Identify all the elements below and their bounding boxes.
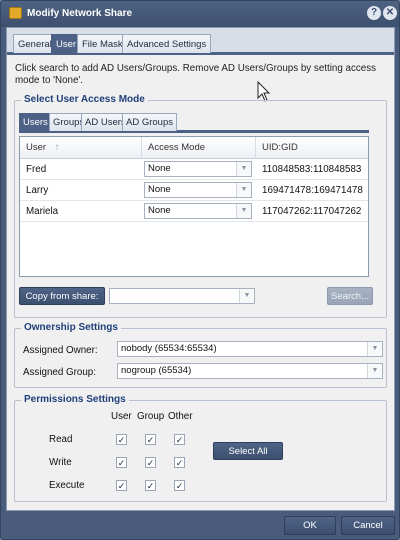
close-icon[interactable]: ✕ <box>383 6 397 20</box>
assigned-owner-label: Assigned Owner: <box>23 345 98 356</box>
execute-label: Execute <box>49 480 85 491</box>
help-icon[interactable]: ? <box>367 6 381 20</box>
access-mode-select[interactable]: None ▼ <box>144 161 252 177</box>
user-access-table: User ↑ Access Mode UID:GID Fred None ▼ 1… <box>19 136 369 277</box>
access-mode-select[interactable]: None ▼ <box>144 203 252 219</box>
uid-gid: 110848583:110848583 <box>262 164 362 175</box>
permissions-legend: Permissions Settings <box>21 394 129 405</box>
access-mode-select[interactable]: None ▼ <box>144 182 252 198</box>
write-user-checkbox[interactable]: ✓ <box>116 457 127 468</box>
chevron-down-icon[interactable]: ▼ <box>236 204 251 218</box>
column-access-mode[interactable]: Access Mode <box>142 137 256 159</box>
execute-other-checkbox[interactable]: ✓ <box>174 480 185 491</box>
select-all-button[interactable]: Select All <box>213 442 283 460</box>
read-label: Read <box>49 434 73 445</box>
assigned-group-label: Assigned Group: <box>23 367 96 378</box>
chevron-down-icon[interactable]: ▼ <box>236 162 251 176</box>
main-tabstrip: General User File Masks Advanced Setting… <box>7 28 394 55</box>
user-name: Mariela <box>26 206 59 217</box>
search-button[interactable]: Search... <box>327 287 373 305</box>
chevron-down-icon[interactable]: ▼ <box>236 183 251 197</box>
tab-advanced-settings[interactable]: Advanced Settings <box>122 34 212 53</box>
user-access-tabstrip: Users Groups AD Users AD Groups <box>19 113 369 133</box>
execute-group-checkbox[interactable]: ✓ <box>145 480 156 491</box>
tab-users[interactable]: Users <box>19 113 52 131</box>
column-user-label: User <box>111 411 132 422</box>
assigned-owner-select[interactable]: nobody (65534:65534) ▼ <box>117 341 383 357</box>
user-name: Fred <box>26 164 47 175</box>
copy-from-share-select[interactable]: ▼ <box>109 288 255 304</box>
titlebar[interactable]: Modify Network Share ? ✕ <box>1 1 399 27</box>
ownership-legend: Ownership Settings <box>21 322 121 333</box>
dialog-footer: OK Cancel <box>1 511 399 539</box>
chevron-down-icon[interactable]: ▼ <box>367 364 382 378</box>
table-row[interactable]: Fred None ▼ 110848583:110848583 <box>20 159 368 180</box>
column-user[interactable]: User ↑ <box>20 137 142 159</box>
table-row[interactable]: Mariela None ▼ 117047262:117047262 <box>20 201 368 222</box>
write-group-checkbox[interactable]: ✓ <box>145 457 156 468</box>
sort-ascending-icon: ↑ <box>54 142 60 153</box>
tab-ad-groups[interactable]: AD Groups <box>122 113 177 131</box>
dialog-title: Modify Network Share <box>27 8 133 19</box>
chevron-down-icon[interactable]: ▼ <box>239 289 254 303</box>
column-group-label: Group <box>137 411 165 422</box>
column-uid-gid[interactable]: UID:GID <box>256 137 368 159</box>
user-name: Larry <box>26 185 49 196</box>
share-folder-icon <box>9 7 22 19</box>
chevron-down-icon[interactable]: ▼ <box>367 342 382 356</box>
dialog-body: General User File Masks Advanced Setting… <box>6 27 395 511</box>
ok-button[interactable]: OK <box>284 516 336 535</box>
read-user-checkbox[interactable]: ✓ <box>116 434 127 445</box>
uid-gid: 117047262:117047262 <box>262 206 362 217</box>
modify-network-share-dialog: Modify Network Share ? ✕ General User Fi… <box>0 0 400 540</box>
column-other-label: Other <box>168 411 193 422</box>
write-label: Write <box>49 457 72 468</box>
copy-from-share-button[interactable]: Copy from share: <box>19 287 105 305</box>
uid-gid: 169471478:169471478 <box>262 185 363 196</box>
ownership-group: Ownership Settings Assigned Owner: nobod… <box>14 322 387 388</box>
table-row[interactable]: Larry None ▼ 169471478:169471478 <box>20 180 368 201</box>
execute-user-checkbox[interactable]: ✓ <box>116 480 127 491</box>
table-header: User ↑ Access Mode UID:GID <box>20 137 368 159</box>
permissions-group: Permissions Settings User Group Other Re… <box>14 394 387 502</box>
read-other-checkbox[interactable]: ✓ <box>174 434 185 445</box>
help-text: Click search to add AD Users/Groups. Rem… <box>15 63 376 86</box>
user-access-legend: Select User Access Mode <box>21 94 148 105</box>
cancel-button[interactable]: Cancel <box>341 516 395 535</box>
user-access-group: Select User Access Mode Users Groups AD … <box>14 94 387 318</box>
write-other-checkbox[interactable]: ✓ <box>174 457 185 468</box>
assigned-group-select[interactable]: nogroup (65534) ▼ <box>117 363 383 379</box>
read-group-checkbox[interactable]: ✓ <box>145 434 156 445</box>
